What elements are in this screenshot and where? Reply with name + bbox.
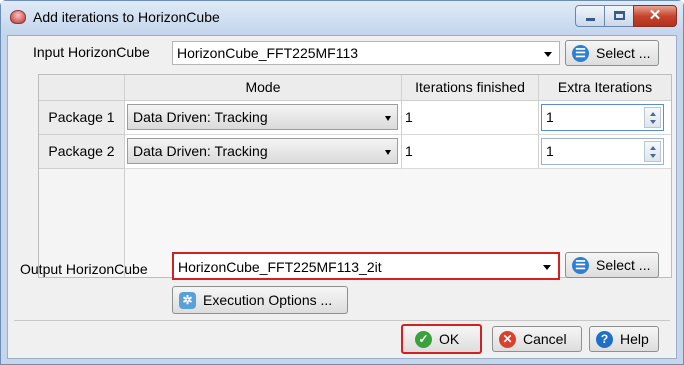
column-header-mode: Mode bbox=[125, 75, 402, 101]
output-select-button[interactable]: ☰ Select ... bbox=[565, 252, 659, 278]
input-horizoncube-label: Input HorizonCube bbox=[33, 44, 150, 60]
mode-select-package-1[interactable]: Data Driven: Tracking bbox=[127, 104, 398, 130]
chevron-down-icon bbox=[544, 52, 552, 57]
row-header-package-1: Package 1 bbox=[39, 101, 125, 135]
minimize-icon bbox=[586, 18, 595, 21]
ok-label: OK bbox=[439, 331, 460, 347]
check-icon: ✓ bbox=[415, 331, 432, 348]
question-icon: ? bbox=[596, 331, 613, 348]
row-header-package-2: Package 2 bbox=[39, 135, 125, 169]
spin-down-icon bbox=[650, 154, 656, 158]
extra-cell-package-2: 1 bbox=[539, 135, 671, 169]
chevron-down-icon bbox=[543, 265, 551, 270]
column-header-iterations-finished: Iterations finished bbox=[402, 75, 539, 101]
iterations-table: Mode Iterations finished Extra Iteration… bbox=[38, 74, 672, 278]
footer-divider bbox=[14, 320, 670, 321]
output-horizoncube-label: Output HorizonCube bbox=[20, 261, 148, 277]
close-button[interactable]: ✕ bbox=[633, 5, 677, 27]
spin-down-icon bbox=[650, 120, 656, 124]
input-select-label: Select ... bbox=[596, 45, 651, 61]
table-row: Data Driven: Tracking bbox=[125, 135, 402, 169]
extra-iterations-spinbox-package-2[interactable]: 1 bbox=[541, 138, 664, 165]
ok-button[interactable]: ✓ OK bbox=[401, 324, 482, 354]
gear-icon: ✲ bbox=[179, 292, 196, 309]
dialog-window: Add iterations to HorizonCube ✕ Input Ho… bbox=[0, 0, 684, 365]
mode-select-package-2[interactable]: Data Driven: Tracking bbox=[127, 138, 398, 164]
x-icon: ✕ bbox=[499, 331, 516, 348]
chevron-down-icon bbox=[385, 150, 391, 155]
input-select-button[interactable]: ☰ Select ... bbox=[565, 40, 659, 66]
spinbox-arrows[interactable] bbox=[644, 107, 661, 128]
output-horizoncube-value: HorizonCube_FFT225MF113_2it bbox=[178, 259, 382, 275]
close-icon: ✕ bbox=[648, 7, 662, 24]
cancel-button[interactable]: ✕ Cancel bbox=[492, 326, 582, 352]
help-label: Help bbox=[620, 331, 649, 347]
finished-cell-package-1: 1 bbox=[402, 101, 539, 135]
spin-up-icon bbox=[650, 112, 656, 116]
mode-value-package-1: Data Driven: Tracking bbox=[133, 109, 268, 125]
extra-iterations-spinbox-package-1[interactable]: 1 bbox=[541, 104, 664, 131]
output-horizoncube-select[interactable]: HorizonCube_FFT225MF113_2it bbox=[172, 252, 560, 280]
mode-value-package-2: Data Driven: Tracking bbox=[133, 143, 268, 159]
help-button[interactable]: ? Help bbox=[589, 326, 659, 352]
extra-cell-package-1: 1 bbox=[539, 101, 671, 135]
cancel-label: Cancel bbox=[523, 331, 567, 347]
maximize-button[interactable] bbox=[604, 5, 634, 27]
finished-value-package-2: 1 bbox=[405, 143, 413, 159]
input-horizoncube-value: HorizonCube_FFT225MF113 bbox=[177, 45, 359, 61]
spinbox-arrows[interactable] bbox=[644, 141, 661, 162]
extra-value-package-2: 1 bbox=[546, 143, 554, 159]
finished-cell-package-2: 1 bbox=[402, 135, 539, 169]
chevron-down-icon bbox=[385, 116, 391, 121]
select-icon: ☰ bbox=[572, 257, 589, 274]
window-title: Add iterations to HorizonCube bbox=[33, 9, 220, 25]
execution-options-button[interactable]: ✲ Execution Options ... bbox=[172, 286, 348, 314]
app-icon bbox=[10, 10, 26, 24]
title-bar[interactable]: Add iterations to HorizonCube ✕ bbox=[1, 1, 683, 35]
spin-up-icon bbox=[650, 146, 656, 150]
window-controls: ✕ bbox=[575, 5, 677, 27]
table-row: Data Driven: Tracking bbox=[125, 101, 402, 135]
maximize-icon bbox=[614, 11, 625, 20]
table-corner bbox=[39, 75, 125, 101]
column-header-extra-iterations: Extra Iterations bbox=[539, 75, 671, 101]
extra-value-package-1: 1 bbox=[546, 109, 554, 125]
minimize-button[interactable] bbox=[575, 5, 605, 27]
dialog-body: Input HorizonCube HorizonCube_FFT225MF11… bbox=[7, 35, 677, 359]
input-horizoncube-select[interactable]: HorizonCube_FFT225MF113 bbox=[172, 41, 560, 65]
execution-options-label: Execution Options ... bbox=[203, 292, 333, 308]
output-select-label: Select ... bbox=[596, 257, 651, 273]
finished-value-package-1: 1 bbox=[405, 109, 413, 125]
select-icon: ☰ bbox=[572, 45, 589, 62]
